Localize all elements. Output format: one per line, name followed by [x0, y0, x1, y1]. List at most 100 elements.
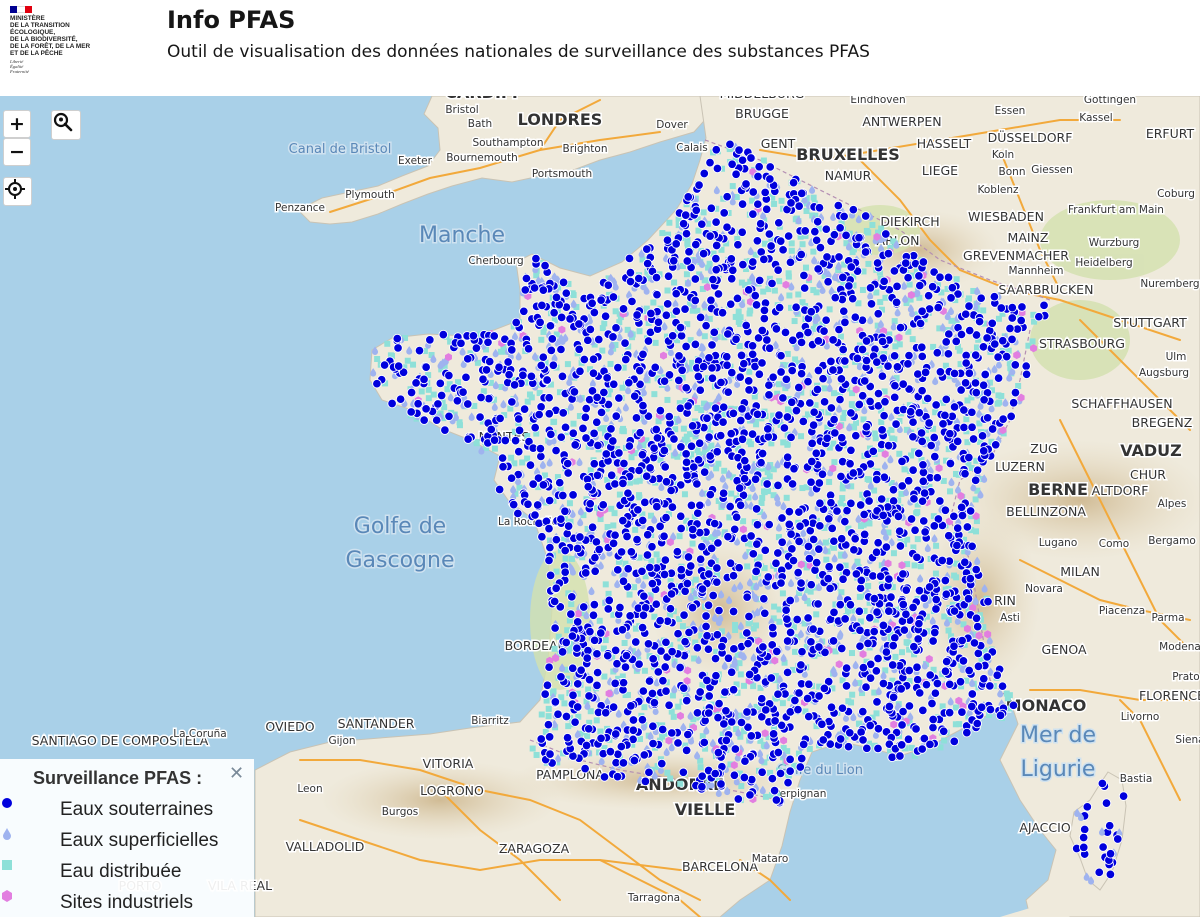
groundwater-marker[interactable] [815, 498, 825, 509]
groundwater-marker[interactable] [949, 511, 959, 522]
groundwater-marker[interactable] [626, 547, 637, 557]
groundwater-marker[interactable] [639, 591, 649, 601]
groundwater-marker[interactable] [675, 511, 686, 522]
groundwater-marker[interactable] [922, 393, 933, 404]
distributed-water-marker[interactable] [779, 700, 786, 707]
groundwater-marker[interactable] [757, 448, 768, 459]
groundwater-marker[interactable] [971, 387, 982, 398]
groundwater-marker[interactable] [887, 752, 897, 762]
groundwater-marker[interactable] [754, 162, 764, 172]
distributed-water-marker[interactable] [675, 703, 682, 710]
groundwater-marker[interactable] [829, 607, 839, 618]
groundwater-marker[interactable] [813, 336, 824, 346]
groundwater-marker[interactable] [379, 360, 390, 370]
groundwater-marker[interactable] [504, 369, 514, 380]
groundwater-marker[interactable] [774, 302, 785, 313]
groundwater-marker[interactable] [851, 569, 862, 579]
groundwater-marker[interactable] [529, 283, 540, 293]
groundwater-marker[interactable] [660, 462, 670, 472]
distributed-water-marker[interactable] [529, 745, 536, 752]
groundwater-marker[interactable] [551, 583, 561, 593]
groundwater-marker[interactable] [793, 704, 803, 715]
groundwater-marker[interactable] [917, 385, 927, 396]
groundwater-marker[interactable] [452, 396, 463, 406]
groundwater-marker[interactable] [614, 448, 624, 458]
groundwater-marker[interactable] [839, 211, 849, 222]
groundwater-marker[interactable] [736, 350, 747, 361]
distributed-water-marker[interactable] [826, 306, 833, 313]
distributed-water-marker[interactable] [737, 671, 744, 678]
groundwater-marker[interactable] [531, 253, 541, 264]
groundwater-marker[interactable] [593, 440, 603, 451]
groundwater-marker[interactable] [706, 203, 717, 213]
groundwater-marker[interactable] [592, 649, 602, 659]
groundwater-marker[interactable] [1021, 361, 1031, 371]
groundwater-marker[interactable] [748, 549, 759, 559]
groundwater-marker[interactable] [590, 552, 600, 563]
distributed-water-marker[interactable] [848, 650, 855, 657]
groundwater-marker[interactable] [604, 595, 615, 606]
distributed-water-marker[interactable] [664, 769, 671, 776]
groundwater-marker[interactable] [544, 392, 554, 403]
groundwater-marker[interactable] [840, 356, 850, 366]
distributed-water-marker[interactable] [813, 611, 820, 618]
groundwater-marker[interactable] [694, 180, 704, 190]
groundwater-marker[interactable] [748, 209, 758, 219]
distributed-water-marker[interactable] [425, 395, 432, 402]
groundwater-marker[interactable] [817, 719, 827, 730]
groundwater-marker[interactable] [978, 342, 989, 352]
groundwater-marker[interactable] [603, 604, 614, 614]
groundwater-marker[interactable] [865, 396, 875, 407]
groundwater-marker[interactable] [637, 622, 648, 633]
groundwater-marker[interactable] [478, 374, 488, 385]
groundwater-marker[interactable] [653, 317, 664, 328]
groundwater-marker[interactable] [786, 198, 796, 208]
groundwater-marker[interactable] [898, 599, 909, 610]
groundwater-marker[interactable] [421, 404, 431, 414]
groundwater-marker[interactable] [735, 372, 745, 382]
groundwater-marker[interactable] [837, 432, 847, 443]
groundwater-marker[interactable] [511, 317, 521, 328]
groundwater-marker[interactable] [532, 500, 543, 510]
groundwater-marker[interactable] [761, 705, 771, 715]
groundwater-marker[interactable] [796, 660, 806, 670]
groundwater-marker[interactable] [556, 514, 566, 524]
groundwater-marker[interactable] [544, 495, 555, 506]
groundwater-marker[interactable] [729, 770, 740, 780]
distributed-water-marker[interactable] [604, 524, 611, 531]
distributed-water-marker[interactable] [788, 247, 795, 254]
groundwater-marker[interactable] [544, 408, 555, 419]
groundwater-marker[interactable] [731, 334, 741, 345]
distributed-water-marker[interactable] [839, 495, 846, 502]
groundwater-marker[interactable] [686, 500, 697, 511]
groundwater-marker[interactable] [901, 258, 911, 268]
groundwater-marker[interactable] [913, 634, 923, 644]
groundwater-marker[interactable] [566, 609, 576, 619]
groundwater-marker[interactable] [567, 631, 578, 641]
groundwater-marker[interactable] [915, 318, 926, 329]
groundwater-marker[interactable] [570, 440, 580, 450]
distributed-water-marker[interactable] [810, 287, 817, 294]
groundwater-marker[interactable] [850, 312, 861, 322]
distributed-water-marker[interactable] [953, 276, 960, 283]
groundwater-marker[interactable] [613, 362, 623, 373]
groundwater-marker[interactable] [704, 432, 714, 442]
groundwater-marker[interactable] [544, 662, 554, 672]
groundwater-marker[interactable] [829, 230, 840, 240]
groundwater-marker[interactable] [546, 429, 556, 440]
groundwater-marker[interactable] [463, 434, 473, 444]
groundwater-marker[interactable] [725, 501, 735, 512]
distributed-water-marker[interactable] [1003, 690, 1010, 697]
groundwater-marker[interactable] [525, 460, 536, 470]
groundwater-marker[interactable] [857, 344, 868, 355]
groundwater-marker[interactable] [652, 501, 662, 512]
groundwater-marker[interactable] [970, 475, 981, 486]
distributed-water-marker[interactable] [865, 260, 872, 267]
groundwater-marker[interactable] [1039, 300, 1049, 311]
groundwater-marker[interactable] [489, 435, 500, 445]
groundwater-marker[interactable] [587, 522, 598, 533]
groundwater-marker[interactable] [819, 326, 829, 336]
groundwater-marker[interactable] [687, 602, 698, 613]
groundwater-marker[interactable] [761, 204, 772, 214]
groundwater-marker[interactable] [797, 753, 807, 764]
